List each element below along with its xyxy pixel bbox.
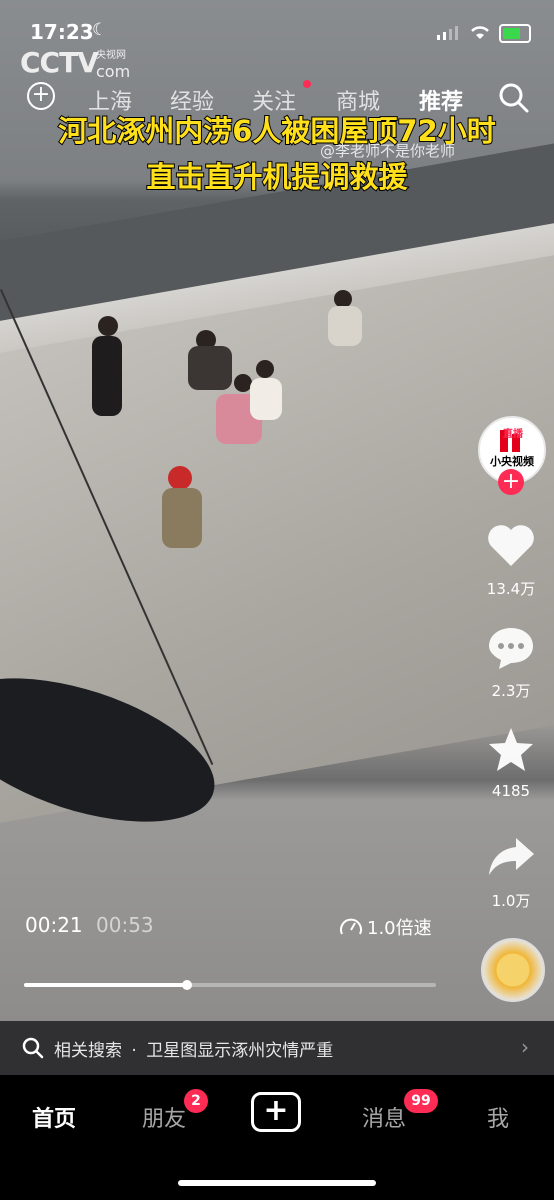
related-search-bar[interactable]: 相关搜索 · 卫星图显示涿州灾情严重 › xyxy=(0,1021,554,1075)
home-indicator xyxy=(178,1180,376,1186)
moon-icon: ☾ xyxy=(92,20,108,40)
cctv-sub-logo: 央视网 com xyxy=(96,46,130,81)
video-headline-line1: 河北涿州内涝6人被困屋顶72小时 xyxy=(57,113,497,149)
live-label: 直播 xyxy=(503,429,523,440)
clock: 17:23 xyxy=(30,20,94,44)
current-time: 00:21 xyxy=(25,913,83,937)
related-query: 卫星图显示涿州灾情严重 xyxy=(146,1041,334,1061)
related-search-text: 相关搜索 · 卫星图显示涿州灾情严重 xyxy=(54,1036,333,1061)
like-count: 13.4万 xyxy=(486,580,536,598)
notification-dot xyxy=(303,80,311,88)
total-time: 00:53 xyxy=(96,913,154,937)
cctv-sub-text: 央视网 xyxy=(96,50,126,61)
follow-button[interactable]: + xyxy=(498,469,524,495)
music-disc-icon[interactable] xyxy=(481,938,545,1002)
tab-friends[interactable]: 朋友 xyxy=(142,1101,186,1133)
battery-fill xyxy=(503,28,520,39)
create-button[interactable]: + xyxy=(251,1092,301,1132)
tab-messages[interactable]: 消息 xyxy=(362,1101,406,1133)
messages-badge: 99 xyxy=(404,1089,438,1113)
progress-bar[interactable] xyxy=(24,980,436,990)
wifi-icon xyxy=(471,26,489,39)
friends-badge: 2 xyxy=(184,1089,208,1113)
like-heart-icon[interactable] xyxy=(486,522,536,568)
cctv-logo: CCTV xyxy=(20,46,99,79)
related-prefix: 相关搜索 xyxy=(54,1041,122,1061)
favorite-star-icon[interactable] xyxy=(486,726,536,774)
avatar-name: 小央视频 xyxy=(490,455,534,468)
cellular-signal-icon xyxy=(437,26,458,40)
comment-icon[interactable] xyxy=(486,624,536,670)
related-separator: · xyxy=(131,1041,137,1061)
tab-home[interactable]: 首页 xyxy=(32,1101,76,1133)
comment-count: 2.3万 xyxy=(491,682,531,700)
tab-me[interactable]: 我 xyxy=(487,1101,509,1133)
battery-icon xyxy=(499,24,531,43)
chevron-right-icon: › xyxy=(521,1035,529,1059)
favorite-count: 4185 xyxy=(491,782,531,800)
progress-fill xyxy=(24,983,188,987)
share-count: 1.0万 xyxy=(491,892,531,910)
speed-gauge-icon[interactable] xyxy=(339,916,363,938)
video-headline-line2: 直击直升机提调救援 xyxy=(145,159,408,195)
share-arrow-icon[interactable] xyxy=(486,834,536,878)
search-icon xyxy=(22,1037,44,1059)
speed-button[interactable]: 1.0倍速 xyxy=(367,914,432,940)
